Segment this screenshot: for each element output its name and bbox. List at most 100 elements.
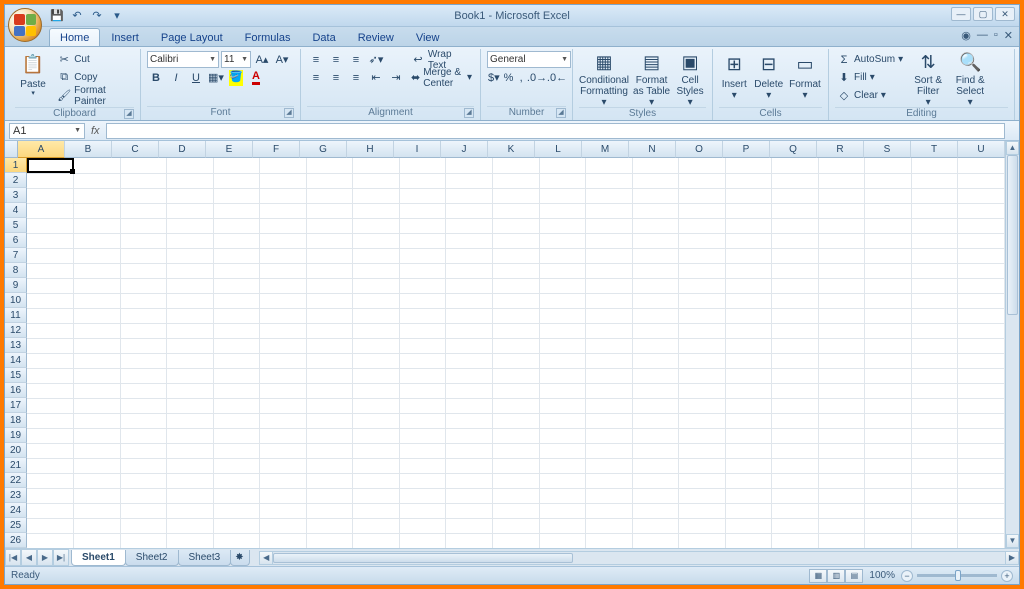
cell[interactable] xyxy=(120,233,167,248)
new-sheet-icon[interactable]: ✸ xyxy=(230,550,250,566)
cell[interactable] xyxy=(772,533,819,548)
cell[interactable] xyxy=(539,503,586,518)
cell[interactable] xyxy=(399,353,446,368)
cell[interactable] xyxy=(772,488,819,503)
cell[interactable] xyxy=(539,518,586,533)
cell[interactable] xyxy=(74,218,121,233)
number-format-combo[interactable]: General▼ xyxy=(487,51,571,68)
cell[interactable] xyxy=(74,443,121,458)
row-header[interactable]: 25 xyxy=(5,518,27,533)
cell[interactable] xyxy=(213,338,260,353)
percent-icon[interactable]: % xyxy=(503,69,515,86)
cell[interactable] xyxy=(772,293,819,308)
last-sheet-icon[interactable]: ▶| xyxy=(53,549,69,566)
column-header[interactable]: B xyxy=(65,141,112,158)
cell[interactable] xyxy=(679,263,726,278)
cell[interactable] xyxy=(27,263,74,278)
column-header[interactable]: P xyxy=(723,141,770,158)
cell[interactable] xyxy=(725,323,772,338)
cell[interactable] xyxy=(260,263,307,278)
cell[interactable] xyxy=(679,413,726,428)
cell[interactable] xyxy=(632,353,679,368)
font-name-combo[interactable]: Calibri▼ xyxy=(147,51,219,68)
italic-button[interactable]: I xyxy=(167,69,185,86)
cell[interactable] xyxy=(120,383,167,398)
cell[interactable] xyxy=(167,338,214,353)
cell[interactable] xyxy=(399,233,446,248)
tab-page-layout[interactable]: Page Layout xyxy=(150,28,234,46)
cell[interactable] xyxy=(679,158,726,173)
ribbon-close-icon[interactable]: ✕ xyxy=(1004,29,1013,42)
cell[interactable] xyxy=(27,203,74,218)
cell[interactable] xyxy=(818,383,865,398)
cell[interactable] xyxy=(865,278,912,293)
cell[interactable] xyxy=(492,203,539,218)
cell[interactable] xyxy=(260,323,307,338)
cell[interactable] xyxy=(213,203,260,218)
cell[interactable] xyxy=(586,338,633,353)
cell[interactable] xyxy=(399,458,446,473)
cell[interactable] xyxy=(632,398,679,413)
cell-styles-button[interactable]: ▣Cell Styles ▾ xyxy=(674,51,706,107)
cell[interactable] xyxy=(353,473,400,488)
cell[interactable] xyxy=(74,488,121,503)
cell[interactable] xyxy=(27,458,74,473)
cell[interactable] xyxy=(213,368,260,383)
cell[interactable] xyxy=(772,248,819,263)
cell[interactable] xyxy=(492,428,539,443)
cell[interactable] xyxy=(27,338,74,353)
cell[interactable] xyxy=(353,503,400,518)
cell[interactable] xyxy=(167,203,214,218)
cell[interactable] xyxy=(772,203,819,218)
cell[interactable] xyxy=(492,473,539,488)
cell[interactable] xyxy=(772,233,819,248)
cell[interactable] xyxy=(911,293,958,308)
cell[interactable] xyxy=(27,278,74,293)
cell[interactable] xyxy=(818,323,865,338)
cell[interactable] xyxy=(911,308,958,323)
cell[interactable] xyxy=(818,518,865,533)
cell[interactable] xyxy=(865,368,912,383)
align-bottom-icon[interactable]: ≡ xyxy=(347,51,365,68)
cell[interactable] xyxy=(865,248,912,263)
tab-home[interactable]: Home xyxy=(49,28,100,46)
cell[interactable] xyxy=(679,308,726,323)
cell[interactable] xyxy=(586,458,633,473)
cell[interactable] xyxy=(74,203,121,218)
cell[interactable] xyxy=(958,233,1005,248)
clear-button[interactable]: ◇Clear ▾ xyxy=(835,87,905,104)
cell[interactable] xyxy=(539,488,586,503)
column-header[interactable]: I xyxy=(394,141,441,158)
row-header[interactable]: 3 xyxy=(5,188,27,203)
cell[interactable] xyxy=(399,203,446,218)
cell[interactable] xyxy=(306,218,353,233)
cell[interactable] xyxy=(120,443,167,458)
cell[interactable] xyxy=(120,518,167,533)
cell[interactable] xyxy=(306,488,353,503)
cell[interactable] xyxy=(492,218,539,233)
cell[interactable] xyxy=(725,533,772,548)
cell[interactable] xyxy=(679,218,726,233)
row-header[interactable]: 14 xyxy=(5,353,27,368)
cell[interactable] xyxy=(539,233,586,248)
cell[interactable] xyxy=(399,368,446,383)
select-all-corner[interactable] xyxy=(5,141,18,158)
row-header[interactable]: 13 xyxy=(5,338,27,353)
cell[interactable] xyxy=(725,518,772,533)
currency-icon[interactable]: $▾ xyxy=(487,69,501,86)
cell[interactable] xyxy=(213,158,260,173)
cell[interactable] xyxy=(958,188,1005,203)
row-header[interactable]: 24 xyxy=(5,503,27,518)
column-header[interactable]: M xyxy=(582,141,629,158)
column-header[interactable]: T xyxy=(911,141,958,158)
next-sheet-icon[interactable]: ▶ xyxy=(37,549,53,566)
cell[interactable] xyxy=(818,293,865,308)
cell[interactable] xyxy=(725,353,772,368)
cell[interactable] xyxy=(74,188,121,203)
cell[interactable] xyxy=(260,188,307,203)
cell[interactable] xyxy=(306,428,353,443)
cell[interactable] xyxy=(446,473,493,488)
cell[interactable] xyxy=(306,233,353,248)
cell[interactable] xyxy=(865,473,912,488)
formula-input[interactable] xyxy=(106,123,1005,139)
